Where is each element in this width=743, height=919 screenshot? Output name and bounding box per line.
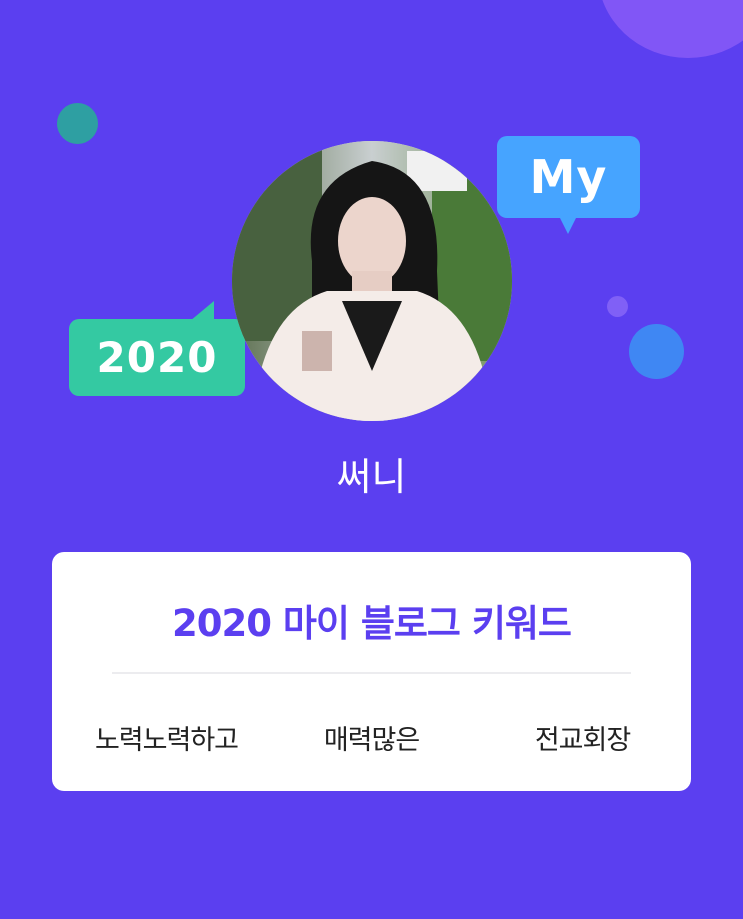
year-bubble-label: 2020 — [96, 333, 218, 382]
decorative-blob — [598, 0, 743, 58]
keyword-card: 2020 마이 블로그 키워드 노력노력하고 매력많은 전교회장 — [52, 552, 691, 791]
profile-nickname: 써니 — [336, 455, 407, 499]
speech-bubble-tail — [558, 214, 578, 234]
decorative-dot — [57, 103, 98, 144]
keyword-item: 노력노력하고 — [94, 725, 239, 756]
keyword-item: 매력많은 — [323, 725, 420, 756]
speech-bubble-tail — [190, 301, 214, 321]
avatar-photo — [232, 141, 512, 421]
card-title: 2020 마이 블로그 키워드 — [172, 602, 572, 645]
blog-keyword-screen: My 2020 써니 2020 마이 블로그 키워드 노력노력하고 매력많은 전… — [0, 0, 743, 919]
my-speech-bubble: My — [497, 136, 640, 218]
profile-avatar — [232, 141, 512, 421]
keyword-item: 전교회장 — [534, 725, 631, 756]
decorative-dot — [629, 324, 684, 379]
decorative-dot — [607, 296, 628, 317]
my-bubble-label: My — [529, 150, 608, 204]
year-speech-bubble: 2020 — [69, 319, 245, 396]
divider — [112, 672, 631, 674]
